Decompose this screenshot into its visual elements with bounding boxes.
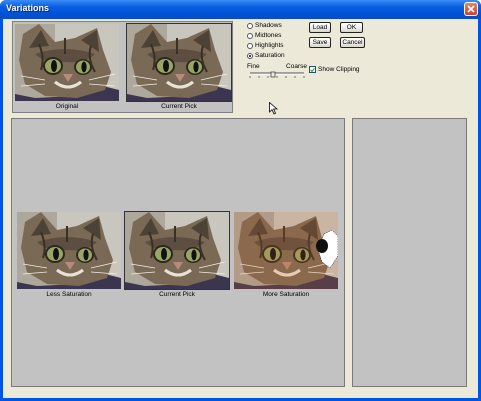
- current-pick-thumbnail[interactable]: [126, 23, 232, 102]
- variations-panel: Less Saturation Current Pick More Satura…: [11, 118, 345, 387]
- more-saturation-thumbnail[interactable]: [234, 212, 338, 289]
- original-caption: Original: [55, 103, 79, 110]
- close-icon: [467, 5, 475, 13]
- radio-circle: [247, 22, 253, 29]
- slider-thumb[interactable]: [270, 71, 276, 78]
- window-title: Variations: [6, 3, 50, 13]
- checkbox-box[interactable]: [309, 66, 316, 73]
- title-bar[interactable]: Variations: [0, 0, 481, 19]
- radio-label: Saturation: [255, 52, 285, 59]
- coarse-label: Coarse: [286, 63, 307, 70]
- current-pick-variation-caption: Current Pick: [159, 291, 195, 298]
- current-pick-variation-thumbnail[interactable]: [124, 211, 230, 290]
- ok-button[interactable]: OK: [340, 22, 363, 33]
- variations-dialog: Variations Original Current Pick Shadows…: [0, 0, 481, 401]
- radio-circle-selected: [247, 52, 253, 59]
- radio-label: Shadows: [255, 22, 282, 29]
- load-button[interactable]: Load: [309, 22, 331, 33]
- check-icon: [310, 67, 315, 72]
- show-clipping-label: Show Clipping: [318, 66, 360, 73]
- cancel-button[interactable]: Cancel: [340, 37, 365, 48]
- radio-highlights[interactable]: Highlights: [247, 42, 284, 49]
- show-clipping-checkbox[interactable]: Show Clipping: [309, 66, 360, 73]
- current-pick-caption: Current Pick: [161, 103, 197, 110]
- radio-circle: [247, 32, 253, 39]
- radio-saturation[interactable]: Saturation: [247, 52, 285, 59]
- fine-coarse-slider[interactable]: Fine Coarse: [247, 63, 307, 79]
- radio-label: Midtones: [255, 32, 282, 39]
- less-saturation-caption: Less Saturation: [46, 291, 92, 298]
- radio-midtones[interactable]: Midtones: [247, 32, 281, 39]
- less-saturation-thumbnail[interactable]: [17, 212, 121, 289]
- radio-circle: [247, 42, 253, 49]
- mouse-cursor-icon: [269, 102, 278, 115]
- radio-shadows[interactable]: Shadows: [247, 22, 282, 29]
- dialog-body: Original Current Pick Shadows Midtones H…: [3, 19, 478, 398]
- original-vs-pick-panel: Original Current Pick: [12, 21, 233, 113]
- save-button[interactable]: Save: [309, 37, 331, 48]
- brightness-panel: [352, 118, 467, 387]
- fine-label: Fine: [247, 63, 260, 70]
- close-button[interactable]: [464, 2, 478, 16]
- more-saturation-caption: More Saturation: [262, 291, 310, 298]
- slider-track[interactable]: [247, 71, 307, 79]
- original-thumbnail[interactable]: [15, 24, 119, 101]
- radio-label: Highlights: [255, 42, 284, 49]
